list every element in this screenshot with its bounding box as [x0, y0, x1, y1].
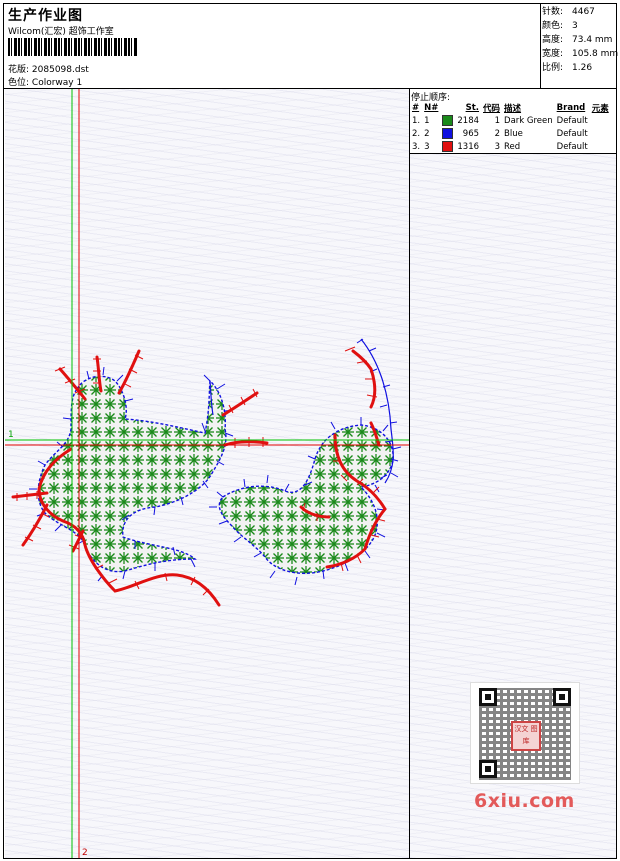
embroidery-design — [5, 89, 409, 858]
design-label: 花版: — [8, 65, 30, 75]
color-swatch-box — [442, 128, 454, 139]
company-name: Wilcom(汇宏) 超饰工作室 — [8, 27, 114, 37]
stat-stitches: 针数: 4467 — [542, 7, 595, 17]
col-description: 描述 — [504, 103, 522, 114]
col-stitches: St. — [465, 102, 480, 113]
left-motif-fill — [37, 375, 227, 573]
stats-panel: 针数: 4467 颜色: 3 高度: 73.4 mm 宽度: 105.8 mm 比例: 1… — [542, 5, 618, 75]
cell-code: 3 — [494, 141, 501, 152]
qr-logo: 汉文 图库 — [511, 721, 541, 751]
table-row: 3. 3 1316 3 Red Default — [410, 140, 611, 153]
stat-scale: 比例: 1.26 — [542, 63, 593, 73]
guide-label-1: 1 — [8, 430, 14, 440]
color-swatch-box — [442, 141, 454, 152]
col-code: 代码 — [483, 103, 501, 114]
cell-description: Red — [504, 141, 521, 152]
cell-brand: Default — [556, 128, 588, 139]
color-swatch — [440, 114, 455, 127]
stats-divider — [540, 3, 541, 89]
stat-colors: 颜色: 3 — [542, 21, 578, 31]
cell-stitches: 2184 — [457, 115, 480, 126]
col-brand: Brand — [556, 102, 586, 113]
table-row: 1. 1 2184 1 Dark Green Default — [410, 114, 611, 127]
color-swatch — [440, 127, 455, 140]
watermark-logo: 6xiu.com — [474, 790, 575, 812]
cell-description: Blue — [504, 128, 523, 139]
colorway-label: 色位: — [8, 78, 30, 88]
qr-code: 汉文 图库 — [470, 682, 580, 784]
cell-stitches: 965 — [462, 128, 480, 139]
cell-index: 1. — [412, 115, 421, 126]
cell-needle: 1 — [424, 115, 430, 126]
design-value: 2085098.dst — [31, 65, 89, 75]
color-swatch — [440, 140, 455, 153]
col-index: # — [412, 102, 420, 113]
col-swatch — [440, 101, 455, 114]
barcode — [8, 38, 138, 56]
table-header-row: # N# St. 代码 描述 Brand 元素 — [410, 101, 611, 114]
cell-needle: 2 — [424, 128, 430, 139]
cell-index: 3. — [412, 141, 421, 152]
cell-description: Dark Green — [504, 115, 553, 126]
guide-label-2: 2 — [82, 848, 88, 858]
stat-width: 宽度: 105.8 mm — [542, 49, 619, 59]
col-needle: N# — [424, 102, 439, 113]
col-element: 元素 — [591, 103, 609, 114]
right-motif-fill — [218, 424, 394, 574]
cell-needle: 3 — [424, 141, 430, 152]
cell-brand: Default — [556, 141, 588, 152]
stat-height: 高度: 73.4 mm — [542, 35, 613, 45]
cell-stitches: 1316 — [457, 141, 480, 152]
colorway-value: Colorway 1 — [31, 78, 83, 88]
cell-index: 2. — [412, 128, 421, 139]
stop-sequence-table: # N# St. 代码 描述 Brand 元素 1. 1 2184 1 Dark Gre… — [410, 101, 611, 153]
cell-code: 2 — [494, 128, 501, 139]
table-row: 2. 2 965 2 Blue Default — [410, 127, 611, 140]
cell-code: 1 — [494, 115, 501, 126]
page-title: 生产作业图 — [8, 8, 83, 24]
cell-brand: Default — [556, 115, 588, 126]
colorway-row: 色位: Colorway 1 — [8, 75, 82, 88]
color-swatch-box — [442, 115, 454, 126]
design-row: 花版: 2085098.dst — [8, 62, 89, 75]
